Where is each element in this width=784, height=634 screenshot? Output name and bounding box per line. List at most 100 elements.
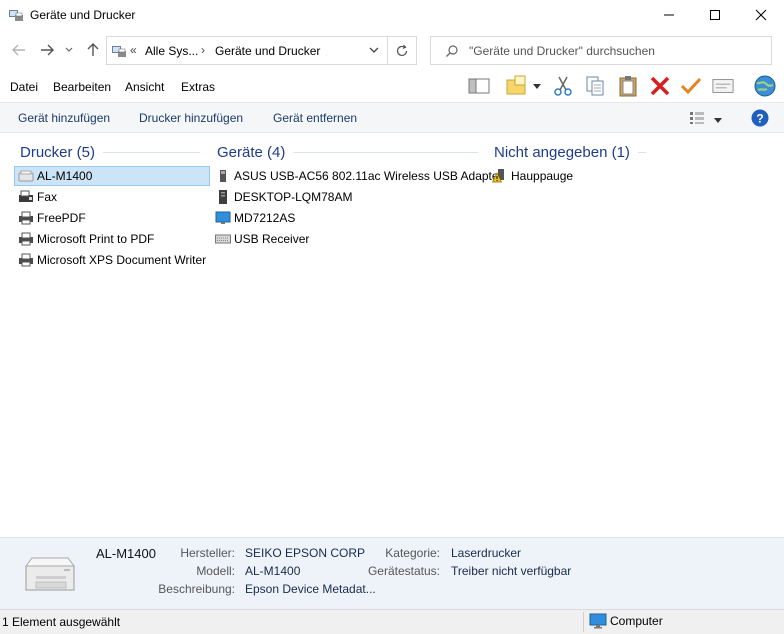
device-item-microsoft-print-to-pdf[interactable]: Microsoft Print to PDF xyxy=(18,229,154,249)
details-label-manufacturer: Hersteller: xyxy=(180,546,235,560)
details-label-device-status: Gerätestatus: xyxy=(367,564,440,578)
maximize-button[interactable] xyxy=(692,0,738,30)
menu-bearbeiten[interactable]: Bearbeiten xyxy=(53,80,111,94)
up-button[interactable] xyxy=(84,41,102,59)
details-pane: AL-M1400 Hersteller: SEIKO EPSON CORP Mo… xyxy=(0,537,784,609)
group-divider xyxy=(293,152,479,153)
svg-text:?: ? xyxy=(756,112,763,126)
breadcrumb-overflow[interactable]: « xyxy=(130,43,137,57)
devices-printers-icon xyxy=(8,7,24,23)
laser-printer-icon xyxy=(18,168,34,184)
menu-datei[interactable]: Datei xyxy=(10,80,38,94)
item-label: Fax xyxy=(37,190,58,204)
usb-stick-icon xyxy=(215,168,231,184)
chevron-down-icon xyxy=(369,47,379,53)
device-item-al-m1400[interactable]: AL-M1400 xyxy=(14,166,210,186)
address-dropdown-button[interactable] xyxy=(366,42,382,58)
content-area: Drucker (5) AL-M1400 Fax FreePDF Microso… xyxy=(0,133,784,537)
details-value-category: Laserdrucker xyxy=(451,546,522,560)
menu-extras[interactable]: Extras xyxy=(181,80,215,94)
help-icon: ? xyxy=(751,109,769,127)
group-divider xyxy=(103,152,201,153)
view-options-button[interactable] xyxy=(689,111,707,125)
refresh-button[interactable] xyxy=(388,36,417,65)
group-header-devices[interactable]: Geräte (4) xyxy=(217,144,479,161)
minimize-button[interactable] xyxy=(646,0,692,30)
globe-icon[interactable] xyxy=(752,73,778,99)
breadcrumb-separator-icon[interactable]: › xyxy=(201,43,205,57)
warning-device-icon xyxy=(492,168,508,184)
device-item-desktop-lqm78am[interactable]: DESKTOP-LQM78AM xyxy=(215,187,352,207)
details-value-manufacturer: SEIKO EPSON CORP xyxy=(245,546,366,560)
view-grid-icon xyxy=(690,112,704,124)
view-dropdown-button[interactable] xyxy=(713,114,723,124)
title-bar: Geräte und Drucker xyxy=(0,0,784,30)
search-icon xyxy=(445,44,459,58)
item-label: DESKTOP-LQM78AM xyxy=(234,190,353,204)
item-label: FreePDF xyxy=(37,211,86,225)
selection-count: 1 Element ausgewählt xyxy=(2,615,121,629)
device-item-usb-receiver[interactable]: USB Receiver xyxy=(215,229,309,249)
item-label: Hauppauge xyxy=(511,169,574,183)
chevron-down-icon xyxy=(65,47,73,52)
copy-icon[interactable] xyxy=(584,75,606,97)
status-computer-label: Computer xyxy=(610,614,663,628)
address-bar[interactable]: « Alle Sys... › Geräte und Drucker xyxy=(106,36,388,65)
menu-ansicht[interactable]: Ansicht xyxy=(125,80,164,94)
remove-device-button[interactable]: Gerät entfernen xyxy=(273,111,357,125)
help-button[interactable]: ? xyxy=(751,109,769,127)
device-item-fax[interactable]: Fax xyxy=(18,187,57,207)
properties-icon[interactable] xyxy=(712,75,734,97)
folder-icon[interactable] xyxy=(505,75,527,97)
search-box[interactable] xyxy=(430,36,772,65)
fax-icon xyxy=(18,189,34,205)
add-device-button[interactable]: Gerät hinzufügen xyxy=(18,111,110,125)
caret-down-icon xyxy=(714,118,722,123)
computer-tower-icon xyxy=(215,189,231,205)
delete-icon[interactable] xyxy=(649,75,671,97)
forward-button[interactable] xyxy=(38,41,56,59)
device-item-hauppauge[interactable]: Hauppauge xyxy=(492,166,573,186)
item-label: USB Receiver xyxy=(234,232,310,246)
status-bar: 1 Element ausgewählt Computer xyxy=(0,609,784,634)
paste-icon[interactable] xyxy=(617,75,639,97)
details-label-description: Beschreibung: xyxy=(158,582,235,596)
group-title: Drucker (5) xyxy=(20,144,96,161)
cut-icon[interactable] xyxy=(552,75,574,97)
arrow-left-icon xyxy=(12,44,25,56)
group-divider xyxy=(637,152,646,153)
check-icon[interactable] xyxy=(680,75,702,97)
device-item-freepdf[interactable]: FreePDF xyxy=(18,208,86,228)
computer-icon xyxy=(589,613,607,629)
caret-down-icon xyxy=(533,84,541,89)
command-bar: Gerät hinzufügen Drucker hinzufügen Gerä… xyxy=(0,102,784,133)
details-value-description: Epson Device Metadat... xyxy=(245,582,376,596)
printer-icon xyxy=(18,210,34,226)
close-button[interactable] xyxy=(738,0,784,30)
devices-printers-icon xyxy=(111,43,127,59)
details-label-category: Kategorie: xyxy=(385,546,440,560)
search-input[interactable] xyxy=(469,42,759,60)
device-item-asus-usb-ac56[interactable]: ASUS USB-AC56 802.11ac Wireless USB Adap… xyxy=(215,166,503,186)
item-label: Microsoft XPS Document Writer xyxy=(37,253,207,267)
panel-icon[interactable] xyxy=(468,75,490,97)
details-value-model: AL-M1400 xyxy=(245,564,301,578)
menu-bar: Datei Bearbeiten Ansicht Extras xyxy=(0,70,784,102)
group-header-unspecified[interactable]: Nicht angegeben (1) xyxy=(494,144,646,161)
group-title: Geräte (4) xyxy=(217,144,286,161)
details-value-device-status: Treiber nicht verfügbar xyxy=(451,564,572,578)
breadcrumb-all-items[interactable]: Alle Sys... xyxy=(145,44,198,58)
details-device-name: AL-M1400 xyxy=(96,546,156,561)
device-item-microsoft-xps-document-writer[interactable]: Microsoft XPS Document Writer xyxy=(18,250,206,270)
group-header-printers[interactable]: Drucker (5) xyxy=(20,144,201,161)
status-divider xyxy=(583,612,584,632)
item-label: MD7212AS xyxy=(234,211,296,225)
window-title: Geräte und Drucker xyxy=(30,8,136,22)
device-item-md7212as[interactable]: MD7212AS xyxy=(215,208,295,228)
back-button[interactable] xyxy=(10,41,28,59)
recent-locations-button[interactable] xyxy=(63,41,75,59)
details-label-model: Modell: xyxy=(196,564,235,578)
breadcrumb-devices-printers[interactable]: Geräte und Drucker xyxy=(215,44,320,58)
add-printer-button[interactable]: Drucker hinzufügen xyxy=(139,111,243,125)
folder-dropdown-button[interactable] xyxy=(531,75,543,97)
